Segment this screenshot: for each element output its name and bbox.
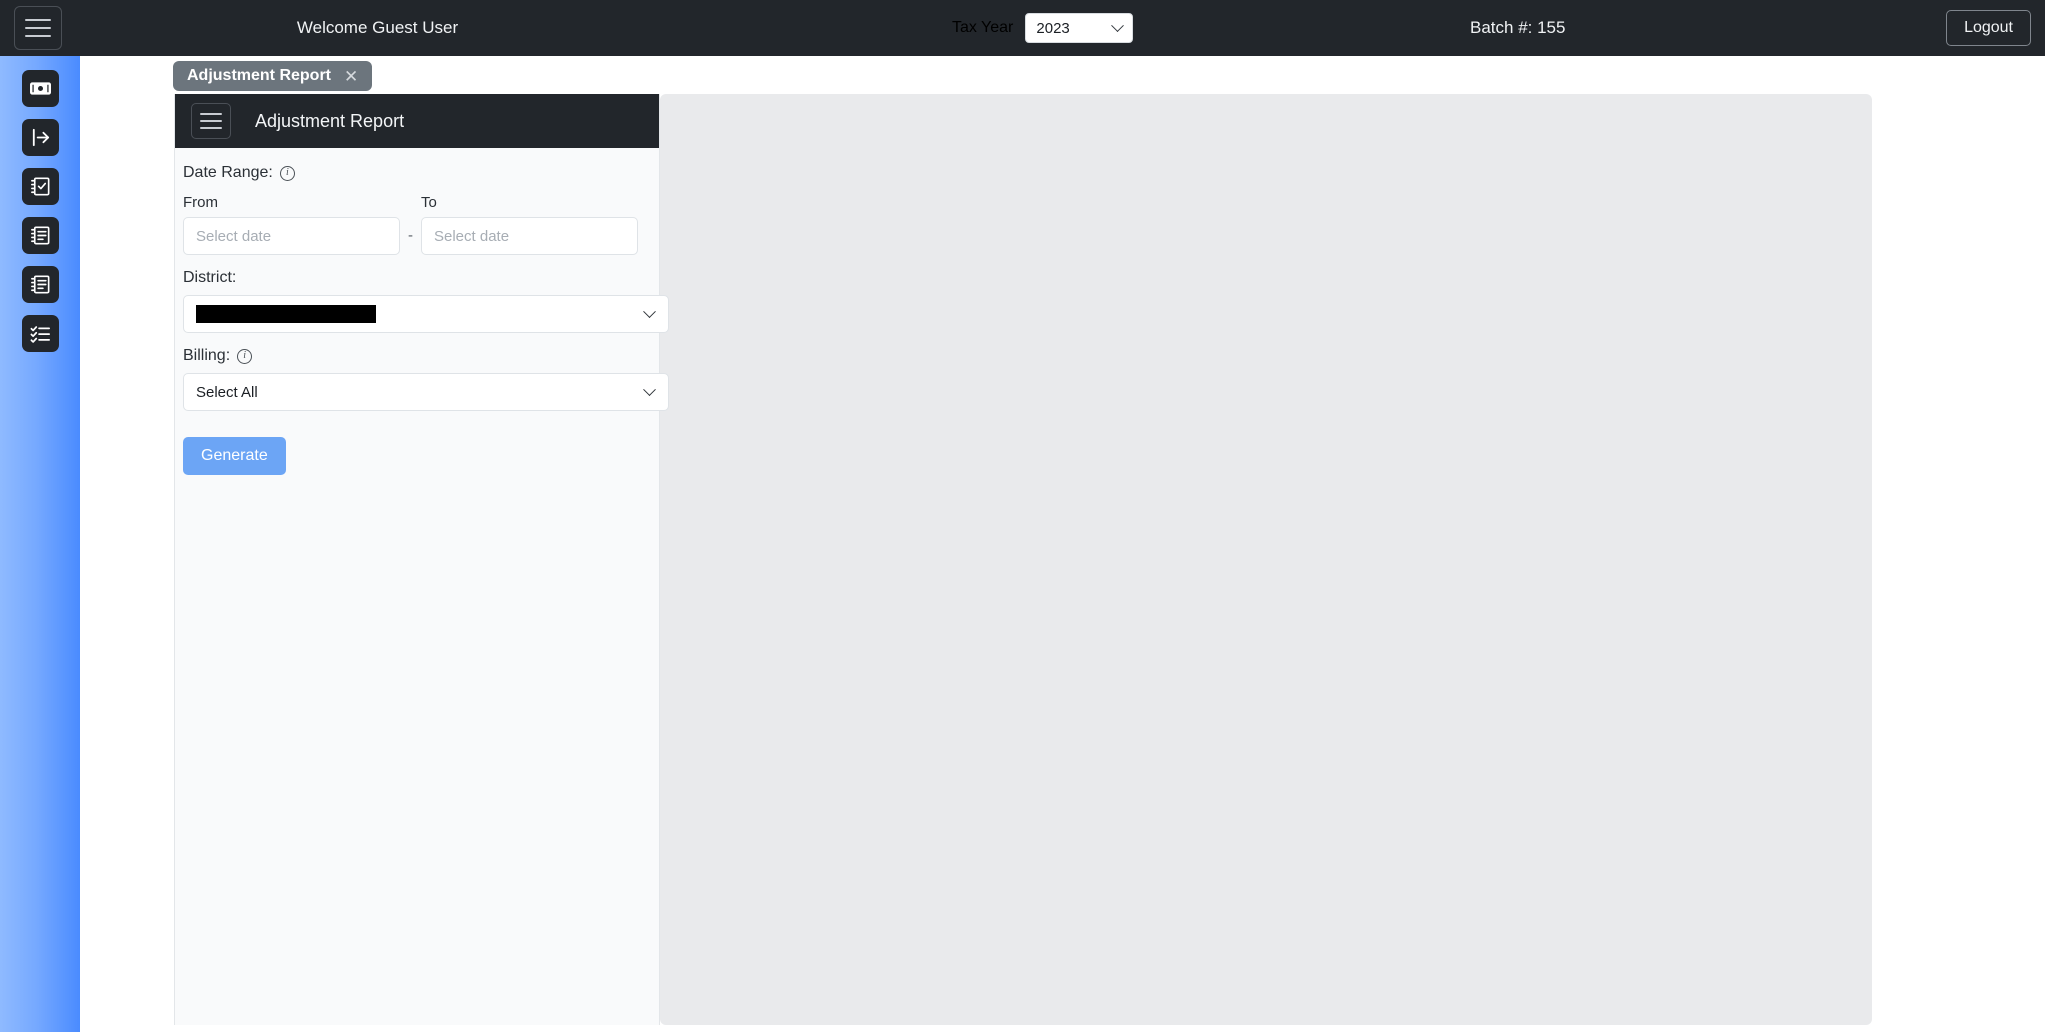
chevron-down-icon: [1111, 18, 1125, 32]
chevron-down-icon: [643, 382, 656, 396]
billing-group: Billing: i Select All: [183, 347, 669, 411]
hamburger-icon: [200, 127, 222, 129]
form-card-header: Adjustment Report: [175, 94, 659, 148]
report-output-panel: [660, 94, 1872, 1025]
tax-year-label: Tax Year: [952, 19, 1014, 36]
sidebar-item-document-list[interactable]: [21, 217, 59, 254]
district-value-redacted: [196, 305, 376, 323]
sidebar-icon-rail: [0, 56, 80, 1032]
info-icon[interactable]: i: [279, 165, 295, 181]
from-label: From: [183, 194, 218, 211]
clipboard-check-icon: [29, 175, 52, 198]
billing-value: Select All: [196, 383, 258, 401]
checklist-icon: [29, 322, 52, 345]
banknote-icon: [29, 77, 52, 100]
login-arrow-icon: [29, 126, 52, 149]
hamburger-icon: [200, 113, 222, 115]
welcome-message: Welcome Guest User: [296, 18, 459, 37]
date-to-group: To: [421, 194, 638, 255]
district-select[interactable]: [183, 295, 669, 333]
sidebar-item-clipboard-check[interactable]: [21, 168, 59, 205]
date-range-label: Date Range:: [183, 164, 273, 181]
chevron-down-icon: [643, 304, 656, 318]
date-range-label-row: Date Range: i: [183, 164, 659, 182]
billing-select[interactable]: Select All: [183, 373, 669, 411]
form-menu-toggle-button[interactable]: [191, 103, 231, 139]
date-range-separator: -: [408, 227, 413, 244]
tab-adjustment-report[interactable]: Adjustment Report ✕: [173, 61, 373, 91]
sidebar-item-checklist[interactable]: [21, 315, 59, 352]
tab-label: Adjustment Report: [187, 67, 331, 84]
district-group: District:: [183, 269, 669, 333]
date-from-group: From: [183, 194, 400, 255]
hamburger-icon: [200, 120, 222, 122]
batch-number: Batch #: 155: [1470, 18, 1566, 37]
document-list-icon: [29, 224, 52, 247]
district-label-row: District:: [183, 269, 659, 287]
page-title: Adjustment Report: [255, 110, 405, 131]
date-to-input[interactable]: [421, 217, 638, 255]
tax-year-value: 2023: [1036, 19, 1070, 37]
tax-year-select[interactable]: 2023: [1025, 13, 1134, 43]
adjustment-report-form-card: Adjustment Report Date Range: i From - T…: [174, 94, 669, 1025]
close-icon[interactable]: ✕: [344, 68, 358, 85]
document-list-alt-icon: [29, 273, 52, 296]
sidebar-item-banknote[interactable]: [21, 70, 59, 107]
tax-year-group: Tax Year 2023: [952, 13, 1134, 43]
info-icon[interactable]: i: [237, 348, 253, 364]
date-from-input[interactable]: [183, 217, 400, 255]
logout-button[interactable]: Logout: [1946, 10, 2031, 46]
sidebar-item-document-list-alt[interactable]: [21, 266, 59, 303]
to-label: To: [421, 194, 437, 211]
generate-button[interactable]: Generate: [183, 437, 286, 475]
district-label: District:: [183, 269, 237, 286]
form-body: Date Range: i From - To District:: [175, 148, 669, 475]
billing-label-row: Billing: i: [183, 347, 659, 365]
date-range-row: From - To: [183, 194, 659, 255]
sidebar-item-login[interactable]: [21, 119, 59, 156]
billing-label: Billing:: [183, 347, 231, 364]
tab-strip: Adjustment Report ✕: [80, 56, 2045, 94]
top-bar: Welcome Guest User Tax Year 2023 Batch #…: [0, 0, 2045, 56]
